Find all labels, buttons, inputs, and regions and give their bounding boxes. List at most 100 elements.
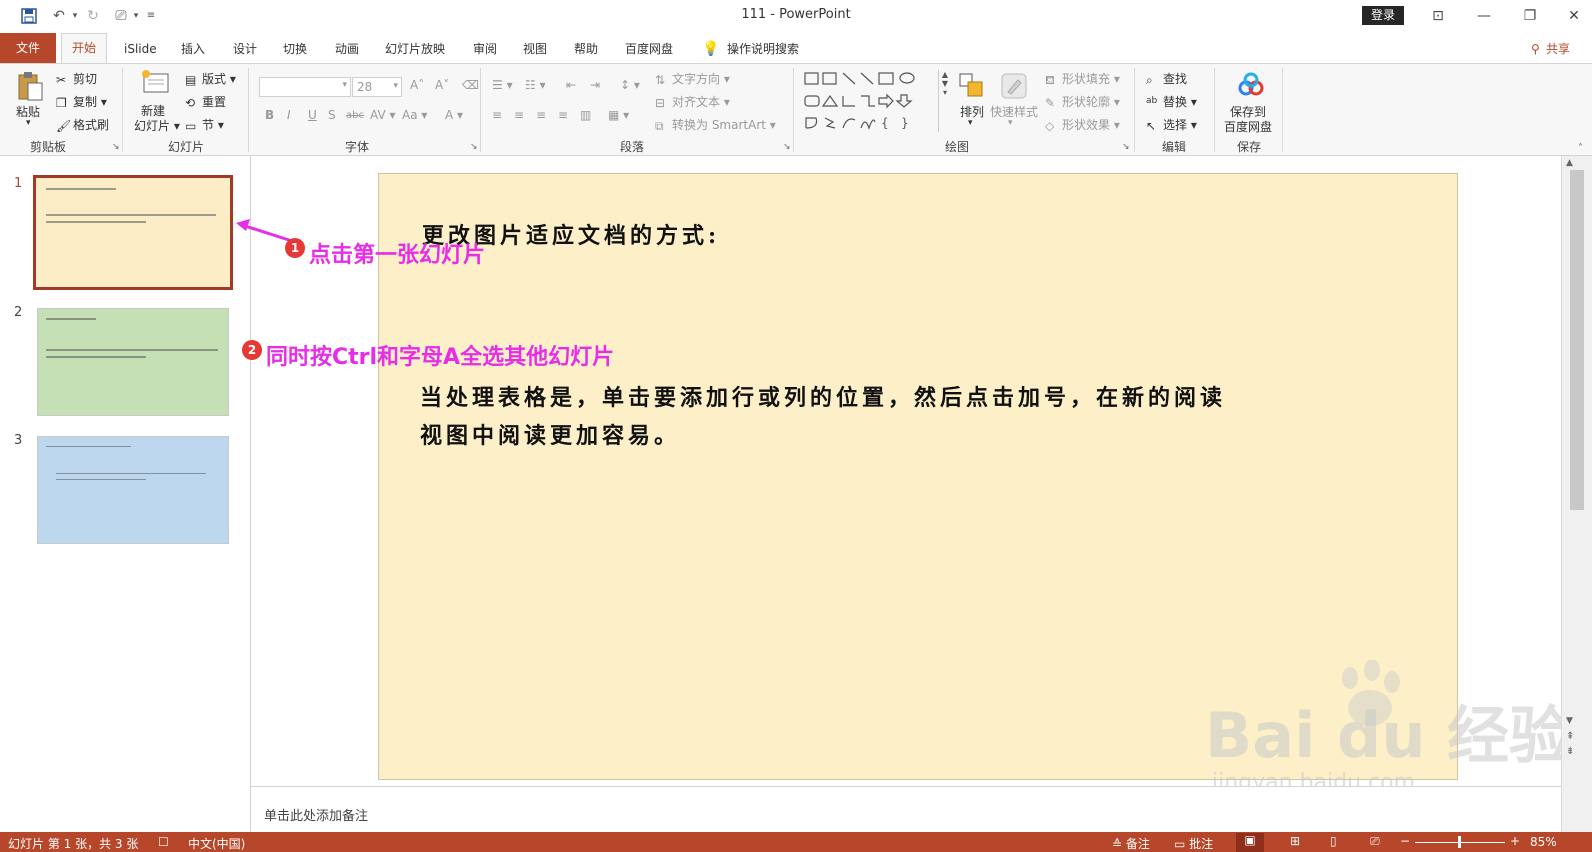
- scroll-down-icon[interactable]: ▼: [1566, 716, 1573, 726]
- save-to-baidu-label[interactable]: 百度网盘: [1224, 118, 1272, 135]
- clear-formatting-icon[interactable]: ⌫: [462, 78, 479, 92]
- slide-thumbnail-3[interactable]: [37, 436, 229, 544]
- quick-styles-dropdown-icon[interactable]: ▾: [1008, 118, 1013, 128]
- scrollbar-thumb[interactable]: [1570, 170, 1584, 510]
- vertical-scrollbar[interactable]: ▲ ▼ ⇞ ⇟: [1561, 156, 1592, 832]
- clipboard-launcher-icon[interactable]: ↘: [112, 142, 120, 152]
- notes-toggle[interactable]: ≙ 备注: [1112, 835, 1150, 852]
- character-spacing-icon[interactable]: AV ▾: [370, 108, 396, 122]
- notes-placeholder[interactable]: 单击此处添加备注: [264, 805, 368, 824]
- shape-effects-button[interactable]: ◇ 形状效果 ▾: [1045, 116, 1120, 133]
- section-button[interactable]: ▭ 节 ▾: [185, 116, 224, 133]
- bullets-icon[interactable]: ☰ ▾: [492, 78, 513, 92]
- next-slide-icon[interactable]: ⇟: [1566, 746, 1574, 757]
- previous-slide-icon[interactable]: ⇞: [1566, 731, 1574, 742]
- tab-insert[interactable]: 插入: [181, 39, 205, 59]
- underline-icon[interactable]: U: [308, 108, 317, 122]
- format-painter-button[interactable]: 🖌 格式刷: [56, 116, 109, 133]
- align-right-icon[interactable]: ≡: [536, 108, 546, 122]
- align-center-icon[interactable]: ≡: [514, 108, 524, 122]
- close-icon[interactable]: ✕: [1560, 6, 1588, 26]
- font-size-combo[interactable]: 28 ▾: [352, 77, 402, 97]
- slide-sorter-icon[interactable]: ⊞: [1290, 834, 1300, 848]
- tab-transitions[interactable]: 切换: [283, 39, 307, 59]
- spellcheck-icon[interactable]: ☐: [158, 835, 169, 849]
- restore-icon[interactable]: ❐: [1516, 6, 1544, 26]
- justify-icon[interactable]: ≡: [558, 108, 568, 122]
- tab-baidu-netdisk[interactable]: 百度网盘: [625, 39, 673, 59]
- columns-icon[interactable]: ▦ ▾: [608, 108, 629, 122]
- font-launcher-icon[interactable]: ↘: [470, 142, 478, 152]
- tab-slideshow[interactable]: 幻灯片放映: [385, 39, 445, 59]
- quick-styles-button[interactable]: 快速样式: [990, 103, 1038, 120]
- quick-styles-icon[interactable]: [1000, 72, 1028, 100]
- find-button[interactable]: ⌕ 查找: [1146, 70, 1187, 87]
- bold-icon[interactable]: B: [265, 108, 274, 122]
- convert-smartart-button[interactable]: ⧉ 转换为 SmartArt ▾: [655, 116, 776, 133]
- baidu-cloud-icon[interactable]: [1236, 70, 1266, 100]
- tab-file[interactable]: 文件: [0, 33, 56, 63]
- decrease-indent-icon[interactable]: ⇤: [566, 78, 576, 92]
- shape-outline-button[interactable]: ✎ 形状轮廓 ▾: [1045, 93, 1120, 110]
- minimize-icon[interactable]: —: [1470, 6, 1498, 26]
- cut-button[interactable]: ✂ 剪切: [56, 70, 97, 87]
- align-text-button[interactable]: ⊟ 对齐文本 ▾: [655, 93, 730, 110]
- slide-body-line-2[interactable]: 视图中阅读更加容易。: [420, 418, 680, 450]
- copy-button[interactable]: ❐ 复制 ▾: [56, 93, 107, 110]
- zoom-out-icon[interactable]: −: [1400, 834, 1410, 848]
- collapse-ribbon-icon[interactable]: ˄: [1578, 143, 1583, 154]
- increase-indent-icon[interactable]: ⇥: [590, 78, 600, 92]
- italic-icon[interactable]: I: [287, 108, 291, 122]
- scroll-up-icon[interactable]: ▲: [1566, 158, 1573, 168]
- arrange-dropdown-icon[interactable]: ▾: [968, 118, 973, 128]
- font-color-icon[interactable]: A ▾: [445, 108, 463, 122]
- strikethrough-icon[interactable]: abc: [346, 110, 364, 121]
- slide-thumbnail-1[interactable]: [33, 175, 233, 290]
- new-slide-icon[interactable]: [140, 68, 170, 98]
- ribbon-display-options-icon[interactable]: ⊡: [1424, 6, 1452, 26]
- new-slide-dropdown[interactable]: 幻灯片 ▾: [134, 117, 180, 134]
- text-direction-button[interactable]: ⇅ 文字方向 ▾: [655, 70, 730, 87]
- font-name-combo[interactable]: ▾: [259, 77, 351, 97]
- tab-home[interactable]: 开始: [61, 33, 107, 63]
- replace-button[interactable]: ab 替换 ▾: [1146, 93, 1197, 110]
- grow-font-icon[interactable]: A˄: [410, 78, 424, 92]
- normal-view-icon[interactable]: ▣: [1236, 833, 1264, 852]
- arrange-icon[interactable]: [958, 72, 986, 100]
- change-case-icon[interactable]: Aa ▾: [402, 108, 427, 122]
- tab-help[interactable]: 帮助: [574, 39, 598, 59]
- shape-fill-button[interactable]: ⛾ 形状填充 ▾: [1045, 70, 1120, 87]
- paragraph-launcher-icon[interactable]: ↘: [783, 142, 791, 152]
- reset-button[interactable]: ⟲ 重置: [185, 93, 226, 110]
- slide-body-line-1[interactable]: 当处理表格是，单击要添加行或列的位置，然后点击加号，在新的阅读: [420, 380, 1226, 412]
- distributed-icon[interactable]: ▥: [580, 108, 591, 122]
- line-spacing-icon[interactable]: ↕ ▾: [620, 78, 640, 92]
- drawing-launcher-icon[interactable]: ↘: [1122, 142, 1130, 152]
- layout-button[interactable]: ▤ 版式 ▾: [185, 70, 236, 87]
- tab-islide[interactable]: iSlide: [124, 39, 157, 59]
- shapes-more-icon[interactable]: ▲ ▼ ▾: [938, 70, 951, 132]
- reading-view-icon[interactable]: ▯: [1330, 834, 1337, 848]
- notes-pane[interactable]: [251, 786, 1561, 833]
- comments-toggle[interactable]: ▭ 批注: [1174, 835, 1213, 852]
- shrink-font-icon[interactable]: A˅: [435, 78, 449, 92]
- tell-me-search[interactable]: 操作说明搜索: [727, 39, 799, 59]
- numbering-icon[interactable]: ☷ ▾: [525, 78, 546, 92]
- tab-view[interactable]: 视图: [523, 39, 547, 59]
- zoom-slider-thumb[interactable]: [1458, 836, 1461, 848]
- tab-animations[interactable]: 动画: [335, 39, 359, 59]
- zoom-in-icon[interactable]: +: [1510, 834, 1520, 848]
- shadow-icon[interactable]: S: [328, 108, 336, 122]
- paste-dropdown-icon[interactable]: ▾: [26, 118, 31, 128]
- paste-icon[interactable]: [14, 70, 46, 102]
- select-button[interactable]: ↖ 选择 ▾: [1146, 116, 1197, 133]
- slide-thumbnail-2[interactable]: [37, 308, 229, 416]
- tab-design[interactable]: 设计: [233, 39, 257, 59]
- language-status[interactable]: 中文(中国): [188, 835, 245, 852]
- shapes-gallery[interactable]: {}: [803, 70, 935, 132]
- share-button[interactable]: 共享: [1546, 39, 1570, 59]
- align-left-icon[interactable]: ≡: [492, 108, 502, 122]
- zoom-level[interactable]: 85%: [1530, 835, 1557, 849]
- tab-review[interactable]: 审阅: [473, 39, 497, 59]
- slideshow-view-icon[interactable]: ⎚: [1370, 834, 1380, 849]
